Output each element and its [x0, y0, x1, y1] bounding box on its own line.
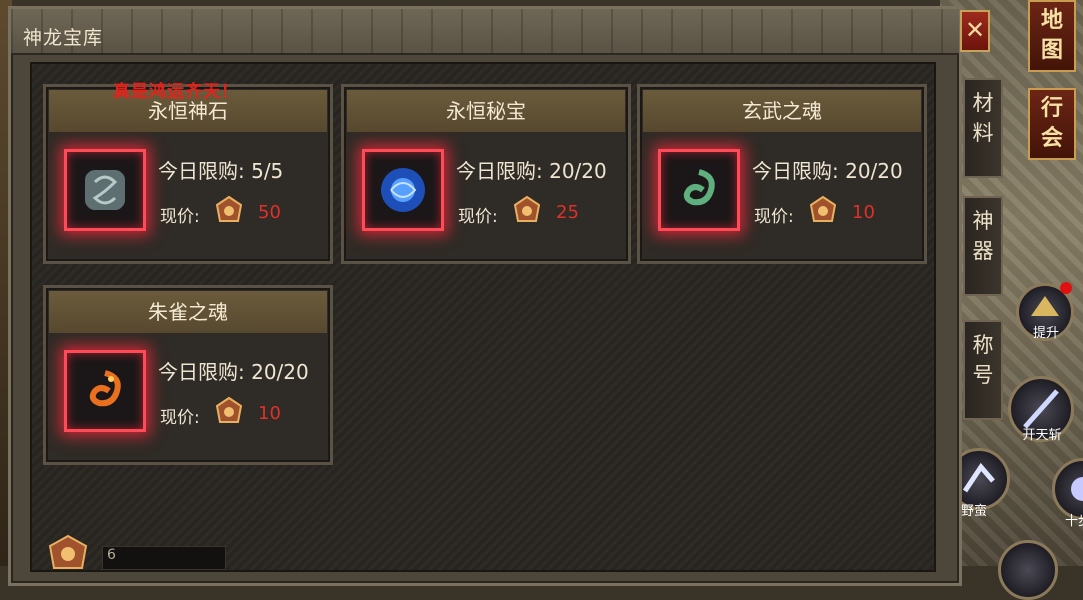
item-slot[interactable]	[64, 149, 146, 231]
rune-stone-icon	[85, 170, 125, 210]
close-button[interactable]: ✕	[960, 10, 990, 52]
tab-titles[interactable]: 称号	[963, 320, 1003, 420]
item-name: 永恒秘宝	[347, 90, 625, 132]
green-serpent-icon	[683, 169, 715, 206]
price-label: 现价:	[458, 207, 498, 227]
lucky-banner: 真是鸿运齐天！	[113, 82, 239, 102]
price-label: 现价:	[160, 207, 200, 227]
treasure-coin-icon	[513, 195, 541, 222]
extra-skill-button[interactable]	[998, 540, 1058, 600]
shop-item-card[interactable]: 永恒神石 今日限购: 5/5 现价: 50	[43, 84, 333, 264]
notification-dot	[1060, 282, 1072, 294]
treasure-coin-icon	[809, 195, 837, 222]
price-label: 现价:	[160, 408, 200, 428]
close-icon: ✕	[964, 16, 986, 44]
currency-balance: 6	[102, 546, 226, 570]
shop-item-card[interactable]: 玄武之魂 今日限购: 20/20 现价: 10	[637, 84, 927, 264]
item-name: 玄武之魂	[643, 90, 921, 132]
title-bar: 神龙宝库	[11, 9, 959, 55]
item-slot[interactable]	[362, 149, 444, 231]
blue-orb-icon	[381, 168, 425, 212]
shop-item-card[interactable]: 永恒秘宝 今日限购: 20/20 现价: 25	[341, 84, 631, 264]
window-title: 神龙宝库	[23, 27, 104, 49]
treasure-coin-icon	[48, 534, 88, 569]
shop-item-card[interactable]: 朱雀之魂 今日限购: 20/20 现价: 10	[43, 285, 333, 465]
treasure-coin-icon	[215, 195, 243, 222]
guild-button[interactable]: 行会	[1028, 88, 1076, 160]
item-slot[interactable]	[64, 350, 146, 432]
item-slot[interactable]	[658, 149, 740, 231]
map-button[interactable]: 地图	[1028, 0, 1076, 72]
map-button-label: 地图	[1040, 8, 1063, 63]
purchase-limit: 今日限购: 20/20	[456, 159, 607, 183]
purchase-limit: 今日限购: 5/5	[158, 159, 284, 183]
treasure-coin-icon	[215, 396, 243, 423]
tab-artifacts-label: 神器	[972, 209, 994, 263]
item-price: 10	[852, 202, 875, 223]
tab-artifacts[interactable]: 神器	[963, 196, 1003, 296]
item-price: 10	[258, 403, 281, 424]
upgrade-label: 提升	[1032, 326, 1059, 341]
kaitian-skill-label: 开天斩	[1022, 428, 1062, 443]
item-name: 朱雀之魂	[49, 291, 327, 333]
orange-phoenix-icon	[89, 370, 121, 407]
tenstep-skill-label: 十步	[1064, 514, 1083, 529]
dash-icon	[1071, 477, 1083, 501]
price-label: 现价:	[754, 207, 794, 227]
tab-titles-label: 称号	[972, 333, 994, 387]
purchase-limit: 今日限购: 20/20	[158, 360, 309, 384]
guild-button-label: 行会	[1040, 96, 1063, 151]
tab-materials[interactable]: 材料	[963, 78, 1003, 178]
tab-materials-label: 材料	[972, 91, 994, 145]
purchase-limit: 今日限购: 20/20	[752, 159, 903, 183]
item-price: 25	[556, 202, 579, 223]
item-price: 50	[258, 202, 281, 223]
